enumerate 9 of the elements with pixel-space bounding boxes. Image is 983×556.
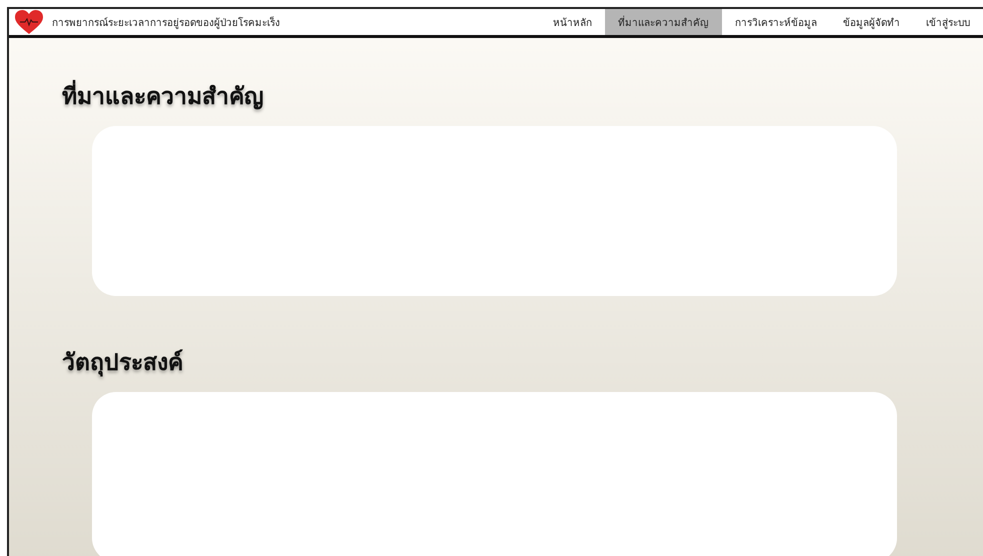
nav-tab[interactable]: ที่มาและความสำคัญ xyxy=(605,9,722,35)
nav-tab[interactable]: เข้าสู่ระบบ xyxy=(913,9,983,35)
nav-tab[interactable]: การวิเคราะห์ข้อมูล xyxy=(722,9,830,35)
section-heading: วัตถุประสงค์ xyxy=(62,348,184,378)
section-heading: ที่มาและความสำคัญ xyxy=(62,78,983,114)
nav-tab[interactable]: หน้าหลัก xyxy=(540,9,605,35)
heart-icon xyxy=(14,9,44,35)
site-title: การพยากรณ์ระยะเวลาการอยู่รอดของผู้ป่วยโรคมะเร็ง xyxy=(52,15,281,30)
nav-tab[interactable]: ข้อมูลผู้จัดทำ xyxy=(830,9,913,35)
